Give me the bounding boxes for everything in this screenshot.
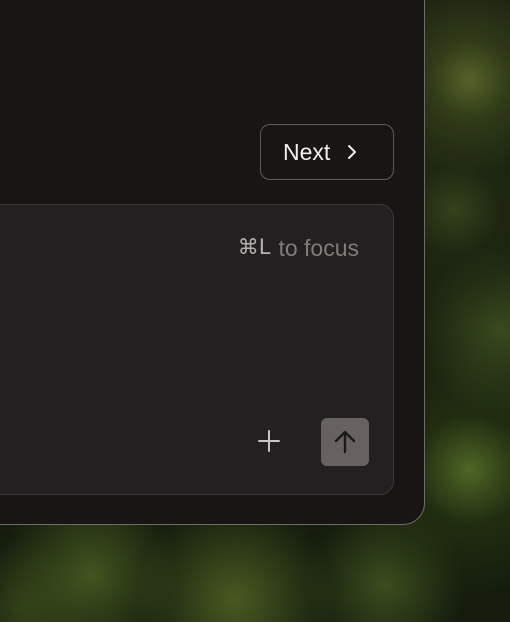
desktop-background: Next ⌘L to focus — [0, 0, 510, 622]
focus-hint: ⌘L to focus — [238, 235, 359, 262]
next-button-label: Next — [283, 138, 331, 165]
arrow-up-icon — [334, 430, 356, 454]
send-button[interactable] — [321, 418, 369, 466]
next-button[interactable]: Next — [260, 124, 394, 180]
plus-icon — [258, 430, 280, 452]
chat-composer[interactable]: ⌘L to focus — [0, 204, 394, 495]
add-attachment-button[interactable] — [253, 425, 285, 457]
focus-hint-text: to focus — [278, 235, 359, 261]
focus-shortcut: ⌘L — [237, 235, 271, 259]
chevron-right-icon — [346, 143, 358, 161]
